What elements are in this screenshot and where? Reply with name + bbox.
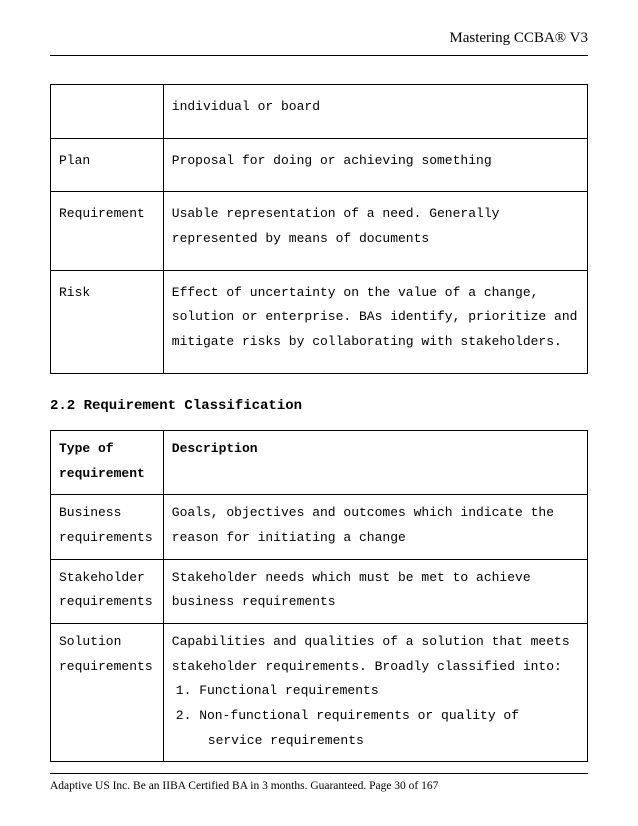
page-footer: Adaptive US Inc. Be an IIBA Certified BA… <box>50 773 588 792</box>
list-text: Functional requirements <box>199 683 378 698</box>
table-header-row: Type of requirement Description <box>51 430 588 494</box>
numbered-list: 1. Functional requirements 2. Non-functi… <box>172 679 579 753</box>
table-row: Business requirements Goals, objectives … <box>51 495 588 559</box>
term-cell: Stakeholder requirements <box>51 559 164 623</box>
term-cell: Solution requirements <box>51 623 164 761</box>
footer-text: Adaptive US Inc. Be an IIBA Certified BA… <box>50 780 438 792</box>
classification-table: Type of requirement Description Business… <box>50 430 588 763</box>
desc-cell: individual or board <box>163 85 587 139</box>
term-cell: Risk <box>51 270 164 373</box>
term-cell: Business requirements <box>51 495 164 559</box>
header-title: Mastering CCBA® V3 <box>50 30 588 47</box>
list-text: Non-functional requirements or quality o… <box>199 708 519 723</box>
desc-cell: Proposal for doing or achieving somethin… <box>163 138 587 192</box>
page-header: Mastering CCBA® V3 <box>50 30 588 56</box>
desc-cell: Capabilities and qualities of a solution… <box>163 623 587 761</box>
table-row: Solution requirements Capabilities and q… <box>51 623 588 761</box>
header-cell: Description <box>163 430 587 494</box>
section-heading: 2.2 Requirement Classification <box>50 398 588 414</box>
list-number: 1. <box>176 683 192 698</box>
desc-cell: Usable representation of a need. General… <box>163 192 587 270</box>
table-row: Stakeholder requirements Stakeholder nee… <box>51 559 588 623</box>
term-cell <box>51 85 164 139</box>
table-row: Requirement Usable representation of a n… <box>51 192 588 270</box>
term-cell: Plan <box>51 138 164 192</box>
desc-intro: Capabilities and qualities of a solution… <box>172 634 570 674</box>
list-item: 2. Non-functional requirements or qualit… <box>176 704 579 753</box>
term-cell: Requirement <box>51 192 164 270</box>
list-text-cont: service requirements <box>192 729 579 754</box>
table-row: Plan Proposal for doing or achieving som… <box>51 138 588 192</box>
desc-cell: Goals, objectives and outcomes which ind… <box>163 495 587 559</box>
list-item: 1. Functional requirements <box>176 679 579 704</box>
desc-cell: Stakeholder needs which must be met to a… <box>163 559 587 623</box>
table-row: Risk Effect of uncertainty on the value … <box>51 270 588 373</box>
definitions-table: individual or board Plan Proposal for do… <box>50 84 588 374</box>
header-cell: Type of requirement <box>51 430 164 494</box>
desc-cell: Effect of uncertainty on the value of a … <box>163 270 587 373</box>
list-number: 2. <box>176 708 192 723</box>
table-row: individual or board <box>51 85 588 139</box>
